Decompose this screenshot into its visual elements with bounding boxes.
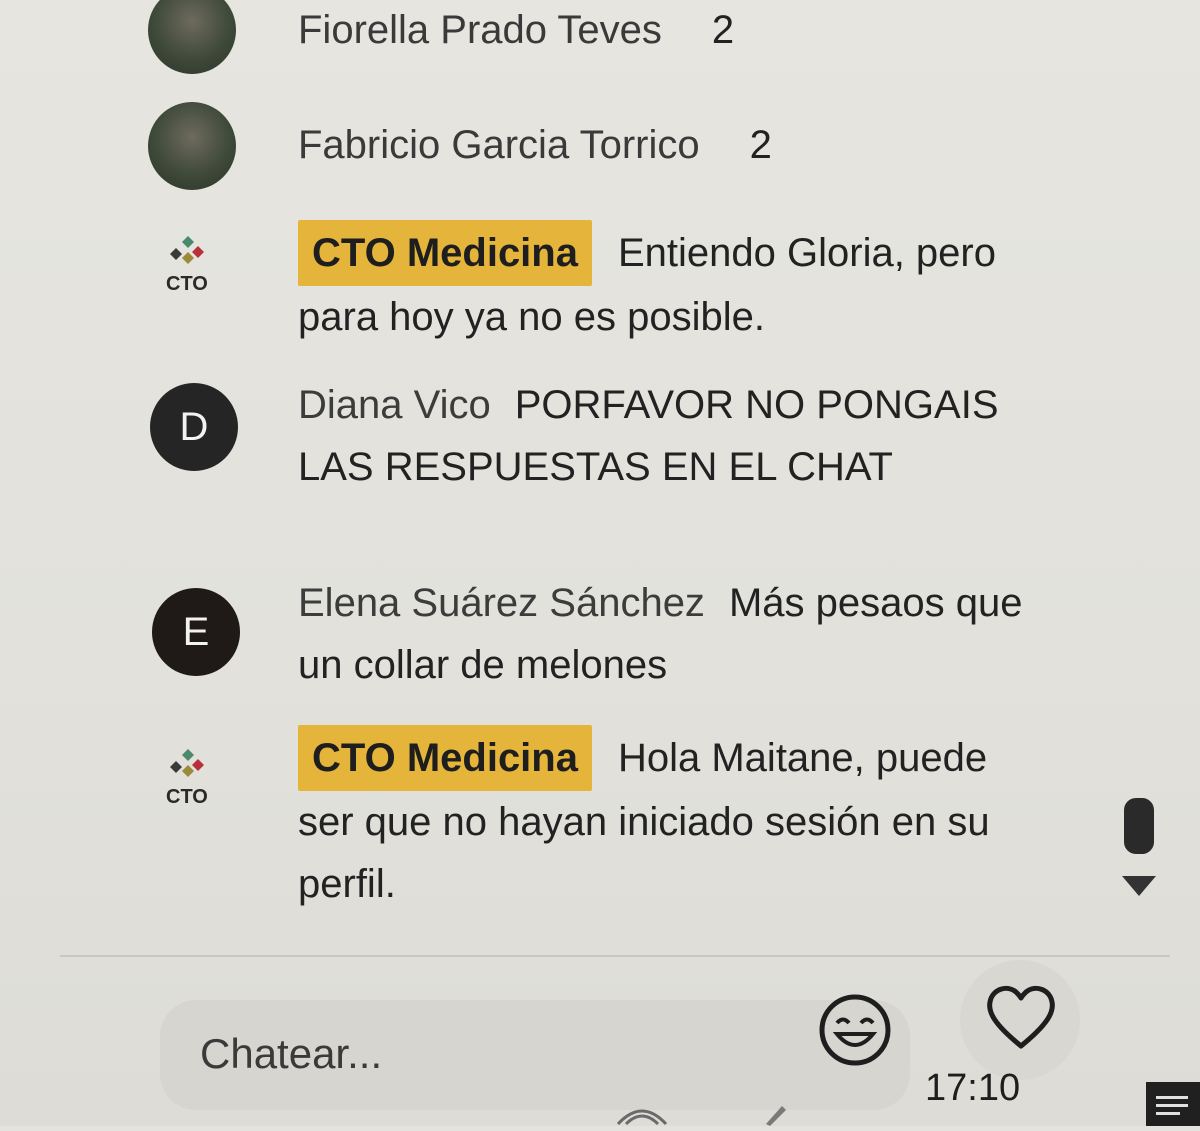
message-count: 2 [711,8,735,52]
taskbar-clock: 17:10 [925,1067,1021,1109]
wifi-icon [616,1109,668,1126]
owner-badge[interactable]: CTO Medicina [298,725,592,791]
pen-icon [766,1106,786,1126]
message-author[interactable]: Fiorella Prado Teves [298,8,662,52]
message-author[interactable]: Diana Vico [298,383,491,427]
cto-logo-icon: CTO [166,236,208,295]
cto-logo-text: CTO [166,273,208,295]
heart-icon [987,985,1055,1049]
owner-badge[interactable]: CTO Medicina [298,220,592,286]
live-chat-panel: Fiorella Prado Teves 2 Fabricio Garcia To… [0,0,1200,1126]
smiling-face-icon[interactable] [815,990,895,1070]
chat-input-placeholder: Chatear... [200,1030,383,1077]
message-author[interactable]: Fabricio Garcia Torrico [298,123,700,167]
user-avatar[interactable]: E [152,588,240,676]
user-avatar[interactable] [148,0,236,74]
triangle-down-icon[interactable] [1122,876,1156,896]
heart-button[interactable] [960,960,1080,1080]
message-author[interactable]: Elena Suárez Sánchez [298,581,705,625]
user-avatar[interactable] [148,102,236,190]
notifications-icon[interactable] [1146,1082,1200,1126]
divider [60,955,1170,957]
chat-input[interactable]: Chatear... [160,1000,910,1110]
avatar-letter: E [182,609,210,654]
cto-logo-icon: CTO [166,749,208,808]
cto-logo-text: CTO [166,786,208,808]
user-avatar[interactable]: D [150,383,238,471]
avatar-letter: D [179,404,209,449]
scrollbar-thumb[interactable] [1124,798,1154,854]
message-count: 2 [749,123,772,167]
